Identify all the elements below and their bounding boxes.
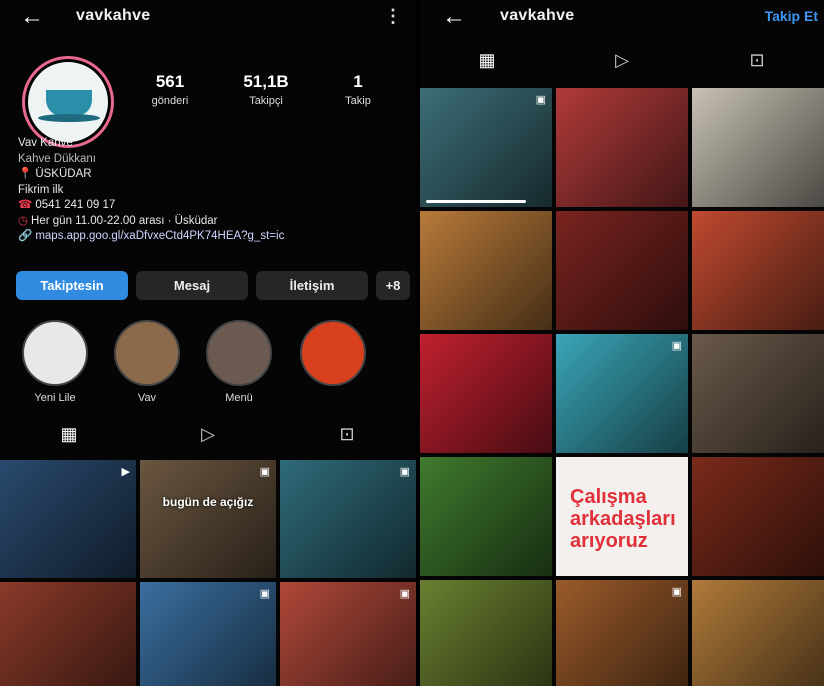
message-button[interactable]: Mesaj bbox=[136, 271, 248, 300]
post-thumbnail[interactable]: ▣ bbox=[140, 582, 276, 686]
location-pin-icon: 📍 bbox=[18, 168, 33, 180]
post-thumbnail[interactable] bbox=[420, 211, 552, 330]
add-friend-button[interactable]: +8 bbox=[376, 271, 410, 300]
back-arrow-icon[interactable]: ← bbox=[20, 3, 44, 31]
story-highlight[interactable]: Vav bbox=[112, 320, 182, 404]
post-thumbnail[interactable]: bugün de açığız ▣ bbox=[140, 460, 276, 578]
post-thumbnail[interactable] bbox=[556, 88, 688, 207]
post-thumbnail[interactable]: ▣ bbox=[280, 582, 416, 686]
highlight-cover bbox=[206, 320, 272, 386]
clock-icon: ◷ bbox=[18, 214, 29, 227]
bio-category: Kahve Dükkanı bbox=[18, 152, 96, 165]
highlight-cover bbox=[114, 320, 180, 386]
post-grid: ▶ bugün de açığız ▣ ▣ ▣ ▣ bbox=[0, 460, 416, 686]
post-thumbnail[interactable]: ▣ bbox=[556, 580, 688, 686]
reels-icon[interactable]: ▷ bbox=[139, 414, 277, 454]
stat-followers[interactable]: 51,1B Takipçi bbox=[226, 72, 306, 107]
reels-icon[interactable]: ▷ bbox=[555, 40, 689, 80]
post-grid: ▣ ▣ Çalışma arkadaşları arıyoruz ▣ bbox=[420, 88, 824, 686]
bio-location: ÜSKÜDAR bbox=[35, 168, 92, 180]
phone-icon: ☎ bbox=[18, 199, 33, 211]
multi-post-icon: ▣ bbox=[259, 466, 270, 478]
stat-posts[interactable]: 561 gönderi bbox=[130, 72, 210, 107]
post-thumbnail[interactable]: Çalışma arkadaşları arıyoruz bbox=[556, 457, 688, 576]
multi-post-icon: ▣ bbox=[399, 588, 410, 600]
post-thumbnail[interactable]: ▶ bbox=[0, 460, 136, 578]
story-highlight[interactable] bbox=[298, 320, 368, 392]
post-caption-text: bugün de açığız bbox=[162, 495, 254, 510]
bio-hours: Her gün 11.00-22.00 arası · Üsküdar bbox=[31, 214, 218, 227]
multi-post-icon: ▣ bbox=[671, 340, 682, 352]
story-highlight[interactable]: Menü bbox=[204, 320, 274, 404]
stat-followers-label: Takipçi bbox=[249, 95, 283, 107]
back-arrow-icon[interactable]: ← bbox=[442, 3, 466, 31]
contact-button[interactable]: İletişim bbox=[256, 271, 368, 300]
video-progress-bar bbox=[426, 200, 527, 203]
tagged-icon[interactable]: ⊡ bbox=[278, 414, 416, 454]
stat-followers-count: 51,1B bbox=[243, 72, 289, 91]
profile-username: vavkahve bbox=[500, 7, 575, 24]
post-thumbnail[interactable]: ▣ bbox=[420, 88, 552, 207]
profile-panel-left: ← vavkahve ⋮ 561 gönderi 51,1B Takipçi 1… bbox=[0, 0, 416, 686]
stat-following-label: Takip bbox=[345, 95, 371, 107]
post-thumbnail[interactable] bbox=[420, 580, 552, 686]
multi-post-icon: ▣ bbox=[535, 94, 546, 106]
multi-post-icon: ▣ bbox=[399, 466, 410, 478]
profile-bio: Vav Kahve Kahve Dükkanı 📍 ÜSKÜDAR Fikrim … bbox=[18, 136, 410, 245]
highlight-cover bbox=[22, 320, 88, 386]
post-thumbnail[interactable]: ▣ bbox=[280, 460, 416, 578]
follow-button[interactable]: Takip Et bbox=[765, 8, 818, 24]
highlight-label: Menü bbox=[225, 392, 253, 404]
stat-following-count: 1 bbox=[353, 72, 363, 91]
profile-avatar[interactable] bbox=[22, 56, 114, 148]
bio-extra: Fikrim ilk bbox=[18, 183, 64, 196]
highlight-label: Yeni Lile bbox=[34, 392, 76, 404]
highlight-cover bbox=[300, 320, 366, 386]
bio-link[interactable]: maps.app.goo.gl/xaDfvxeCtd4PK74HEA?g_st=… bbox=[35, 230, 284, 242]
profile-tabs: ▦ ▷ ⊡ bbox=[0, 414, 416, 454]
stat-following[interactable]: 1 Takip bbox=[318, 72, 398, 107]
post-thumbnail[interactable] bbox=[420, 457, 552, 576]
bio-name: Vav Kahve bbox=[18, 137, 73, 149]
stat-posts-count: 561 bbox=[155, 72, 185, 91]
multi-post-icon: ▣ bbox=[259, 588, 270, 600]
link-icon: 🔗 bbox=[18, 230, 33, 242]
grid-icon[interactable]: ▦ bbox=[0, 414, 138, 454]
post-thumbnail[interactable]: ▣ bbox=[556, 334, 688, 453]
tagged-icon[interactable]: ⊡ bbox=[690, 40, 824, 80]
post-thumbnail[interactable] bbox=[420, 334, 552, 453]
profile-tabs: ▦ ▷ ⊡ bbox=[420, 40, 824, 80]
post-thumbnail[interactable] bbox=[556, 211, 688, 330]
post-thumbnail[interactable] bbox=[0, 582, 136, 686]
post-thumbnail[interactable] bbox=[692, 457, 824, 576]
post-caption-text: Çalışma arkadaşları arıyoruz bbox=[570, 485, 676, 552]
profile-panel-right: ← vavkahve Takip Et ▦ ▷ ⊡ ▣ ▣ Çalışma arka… bbox=[420, 0, 824, 686]
grid-icon[interactable]: ▦ bbox=[420, 40, 554, 80]
post-thumbnail[interactable] bbox=[692, 580, 824, 686]
multi-post-icon: ▶ bbox=[121, 466, 130, 478]
top-bar: ← vavkahve Takip Et bbox=[420, 0, 824, 36]
more-options-icon[interactable]: ⋮ bbox=[384, 6, 402, 27]
post-thumbnail[interactable] bbox=[692, 334, 824, 453]
post-thumbnail[interactable] bbox=[692, 88, 824, 207]
post-thumbnail[interactable] bbox=[692, 211, 824, 330]
top-bar: ← vavkahve ⋮ bbox=[0, 0, 416, 36]
story-highlight[interactable]: Yeni Lile bbox=[20, 320, 90, 404]
bio-phone: 0541 241 09 17 bbox=[35, 199, 116, 211]
highlight-label: Vav bbox=[137, 392, 157, 404]
multi-post-icon: ▣ bbox=[671, 586, 682, 598]
profile-username: vavkahve bbox=[76, 7, 151, 24]
stat-posts-label: gönderi bbox=[151, 95, 189, 107]
following-button[interactable]: Takiptesin bbox=[16, 271, 128, 300]
